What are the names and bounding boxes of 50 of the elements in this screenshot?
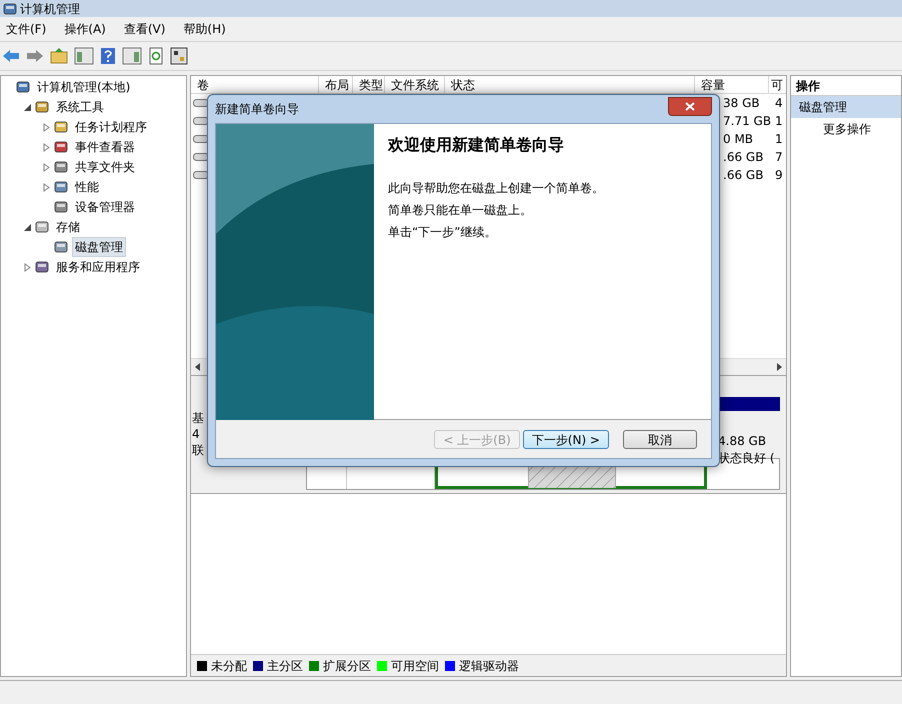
- tree-item[interactable]: 共享文件夹: [72, 157, 138, 177]
- table-cell-text: 4: [775, 95, 784, 112]
- wizard-button[interactable]: 下一步(N) >: [522, 430, 609, 448]
- menu-item[interactable]: 操作(A): [64, 20, 106, 38]
- tree-item[interactable]: 磁盘管理: [72, 237, 126, 257]
- dialog-title: 新建简单卷向导: [215, 101, 299, 118]
- tree-item[interactable]: 服务和应用程序: [53, 257, 143, 277]
- column-header[interactable]: 可: [769, 76, 786, 93]
- column-header[interactable]: 卷: [191, 76, 319, 93]
- tree-item[interactable]: 计算机管理(本地): [34, 77, 134, 97]
- wizard-button[interactable]: 取消: [623, 430, 697, 448]
- table-cell-text: 1: [775, 131, 784, 148]
- tree-item[interactable]: 任务计划程序: [72, 117, 150, 137]
- table-cell-text: 7: [775, 149, 784, 166]
- column-header[interactable]: 类型: [353, 76, 385, 93]
- column-header[interactable]: 布局: [319, 76, 353, 93]
- tree-item[interactable]: 事件查看器: [72, 137, 138, 157]
- wizard-heading: 欢迎使用新建简单卷向导: [388, 134, 565, 156]
- column-header[interactable]: 状态: [445, 76, 695, 93]
- table-cell-text: 7.71 GB: [723, 113, 772, 130]
- tree-item[interactable]: 性能: [72, 177, 102, 197]
- column-header[interactable]: 文件系统: [385, 76, 445, 93]
- table-cell-text: 0 MB: [723, 131, 754, 148]
- disk-label: 联: [192, 442, 205, 458]
- legend-label: 扩展分区: [323, 658, 371, 674]
- legend-label: 未分配: [211, 658, 247, 674]
- table-cell-text: 9: [775, 167, 784, 184]
- tree-item[interactable]: 系统工具: [53, 97, 107, 117]
- tree-item[interactable]: 设备管理器: [72, 197, 138, 217]
- menu-item[interactable]: 帮助(H): [183, 20, 226, 38]
- legend-label: 逻辑驱动器: [459, 658, 519, 674]
- partition-info: 4.88 GB: [718, 433, 768, 450]
- wizard-text: 此向导帮助您在磁盘上创建一个简单卷。: [388, 180, 605, 197]
- table-cell-text: 1: [775, 113, 784, 130]
- more-actions-link[interactable]: 更多操作: [791, 118, 901, 140]
- table-cell-text: .66 GB: [723, 167, 764, 184]
- table-cell-text: 38 GB: [723, 95, 761, 112]
- disk-label: 基: [192, 410, 205, 426]
- table-cell-text: .66 GB: [723, 149, 764, 166]
- column-header[interactable]: 容量: [695, 76, 769, 93]
- wizard-text: 单击“下一步”继续。: [388, 224, 498, 241]
- tree-item[interactable]: 存储: [53, 217, 83, 237]
- legend-label: 可用空间: [391, 658, 439, 674]
- wizard-text: 简单卷只能在单一磁盘上。: [388, 202, 533, 219]
- disk-label: 4: [192, 426, 201, 442]
- legend-label: 主分区: [267, 658, 303, 674]
- actions-header[interactable]: 磁盘管理: [791, 96, 901, 118]
- menu-item[interactable]: 文件(F): [6, 20, 46, 38]
- window-title: 计算机管理: [20, 0, 80, 18]
- menu-item[interactable]: 查看(V): [124, 20, 166, 38]
